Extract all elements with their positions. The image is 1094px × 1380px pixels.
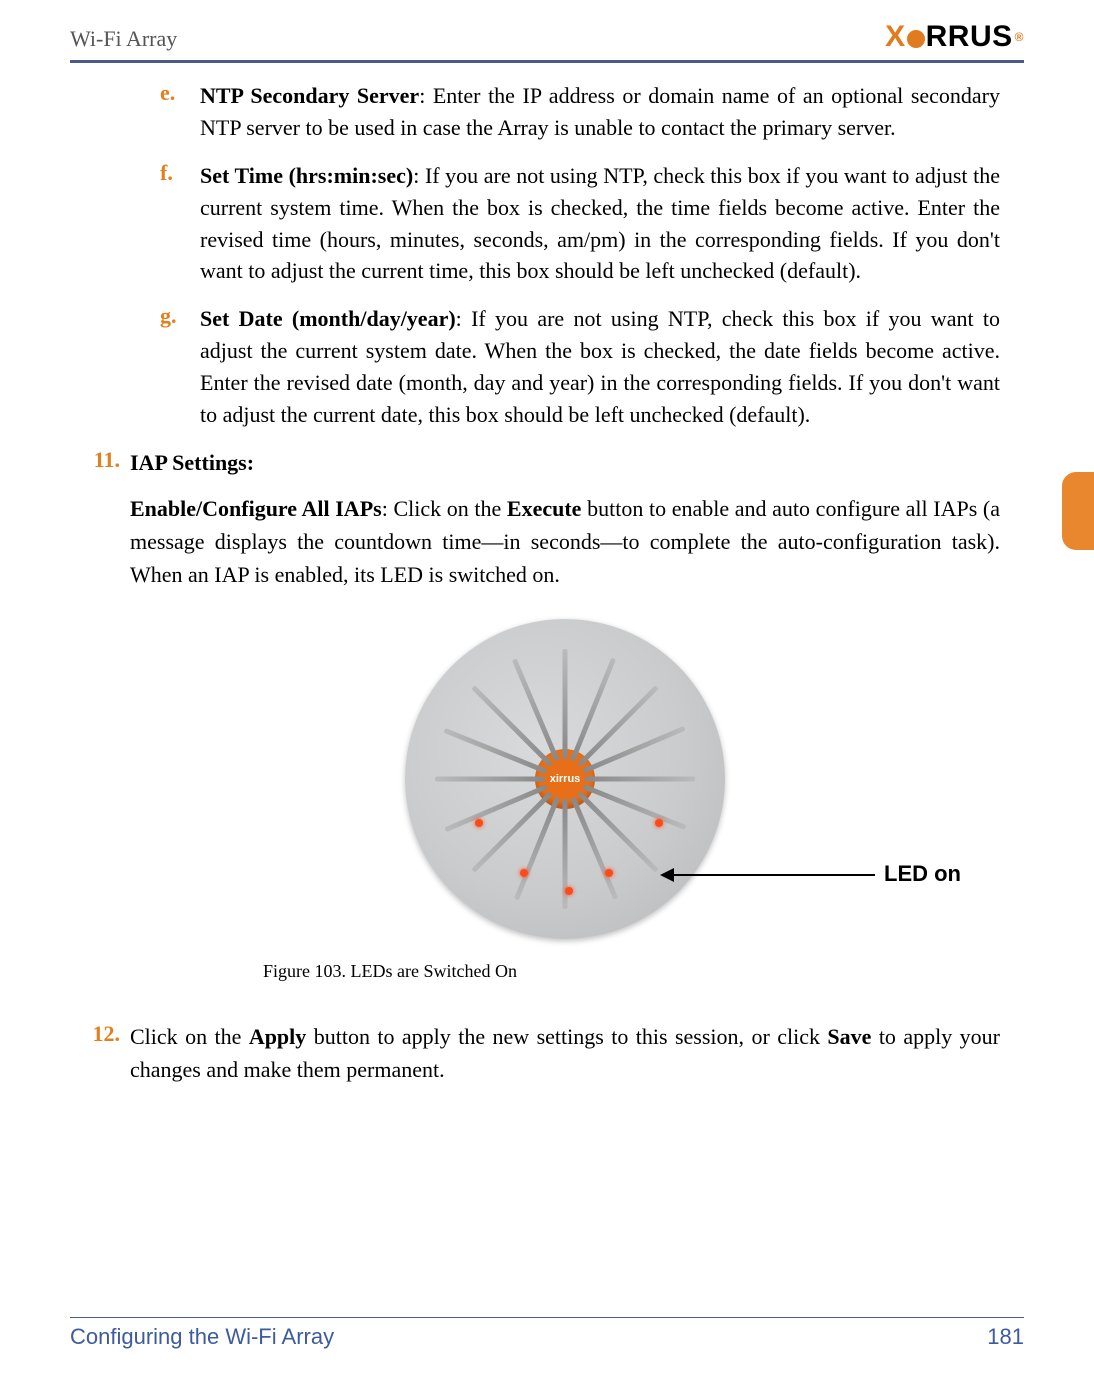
- figure-103: xirrus: [130, 619, 1000, 979]
- item-body: IAP Settings: Enable/Configure All IAPs:…: [130, 447, 1000, 979]
- sub-item-e: e. NTP Secondary Server: Enter the IP ad…: [160, 80, 1000, 144]
- item-12: 12. Click on the Apply button to apply t…: [130, 1021, 1000, 1086]
- led-indicator: [605, 869, 613, 877]
- item-11: 11. IAP Settings: Enable/Configure All I…: [130, 447, 1000, 979]
- sub-list: e. NTP Secondary Server: Enter the IP ad…: [160, 80, 1000, 431]
- figure-caption: Figure 103. LEDs are Switched On: [130, 958, 650, 985]
- brand-logo: XRRUS®: [885, 20, 1024, 54]
- sub-body: Set Date (month/day/year): If you are no…: [200, 303, 1000, 431]
- sub-marker: e.: [160, 80, 200, 144]
- sub-item-f: f. Set Time (hrs:min:sec): If you are no…: [160, 160, 1000, 288]
- sub-body: Set Time (hrs:min:sec): If you are not u…: [200, 160, 1000, 288]
- page-footer: Configuring the Wi-Fi Array 181: [70, 1317, 1024, 1350]
- page-header: Wi-Fi Array XRRUS®: [70, 14, 1024, 63]
- header-title: Wi-Fi Array: [70, 26, 177, 52]
- item-body: Click on the Apply button to apply the n…: [130, 1021, 1000, 1086]
- sub-marker: f.: [160, 160, 200, 288]
- callout-line: [670, 874, 875, 876]
- footer-page-number: 181: [987, 1324, 1024, 1350]
- item-marker: 12.: [76, 1021, 130, 1086]
- sub-body: NTP Secondary Server: Enter the IP addre…: [200, 80, 1000, 144]
- footer-section: Configuring the Wi-Fi Array: [70, 1324, 334, 1350]
- content-area: e. NTP Secondary Server: Enter the IP ad…: [130, 80, 1000, 1098]
- callout-label: LED on: [884, 861, 961, 887]
- side-tab: [1062, 472, 1094, 550]
- item-marker: 11.: [76, 447, 130, 979]
- sub-item-g: g. Set Date (month/day/year): If you are…: [160, 303, 1000, 431]
- sub-marker: g.: [160, 303, 200, 431]
- device-image: xirrus: [405, 619, 725, 939]
